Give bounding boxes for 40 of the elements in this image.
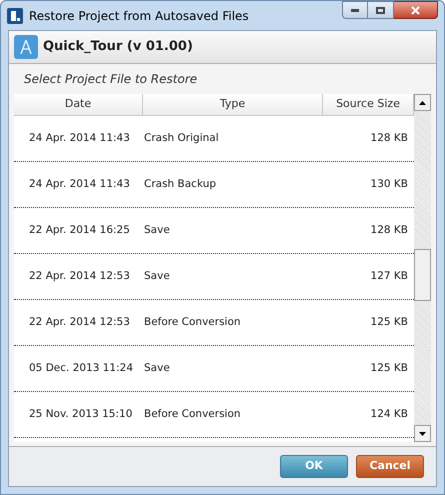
size-cell-text: 125 KB [370,314,409,330]
date-cell-text: 22 Apr. 2014 12:53 [28,268,131,284]
size-cell-text: 127 KB [370,268,409,284]
project-title: Quick_Tour (v 01.00) [43,38,193,56]
date-cell-text: 24 Apr. 2014 11:43 [28,130,131,146]
size-cell-text: 130 KB [370,176,409,192]
close-button[interactable] [394,1,438,19]
type-cell-text: Before Conversion [143,314,242,330]
scroll-down-button[interactable] [414,425,431,442]
scroll-thumb[interactable] [414,249,431,301]
size-cell-text: 128 KB [370,130,409,146]
app-logo-icon [7,8,23,24]
window-title: Restore Project from Autosaved Files [29,8,249,24]
up-arrow-icon [419,100,426,104]
type-cell-text: Before Conversion [143,406,242,422]
down-arrow-icon [419,432,426,436]
scroll-up-button[interactable] [414,94,431,111]
type-cell-text: Save [143,268,171,284]
instruction-text: Select Project File to Restore [24,71,198,88]
date-cell-text: 25 Nov. 2013 15:10 [28,406,134,422]
type-cell-text: Crash Backup [143,176,218,192]
scrollbar[interactable] [414,94,431,442]
date-cell-text: 22 Apr. 2014 12:53 [28,314,131,330]
size-cell-text: 124 KB [370,406,409,422]
type-cell-text: Crash Original [143,130,220,146]
type-cell-text: Save [143,360,171,376]
date-cell-text: 05 Dec. 2013 11:24 [28,360,134,376]
close-icon [411,6,420,14]
minimize-button[interactable] [342,1,368,19]
type-cell-text: Save [143,222,171,238]
size-cell-text: 128 KB [370,222,409,238]
size-cell-text: 125 KB [370,360,409,376]
cancel-button[interactable]: Cancel [356,455,424,478]
column-header[interactable]: Type [143,94,323,116]
column-header[interactable]: Source Size [323,94,414,116]
compass-icon [14,35,38,59]
maximize-button[interactable] [368,1,394,19]
date-cell-text: 24 Apr. 2014 11:43 [28,176,131,192]
column-header[interactable]: Date [14,94,143,116]
date-cell-text: 22 Apr. 2014 16:25 [28,222,131,238]
